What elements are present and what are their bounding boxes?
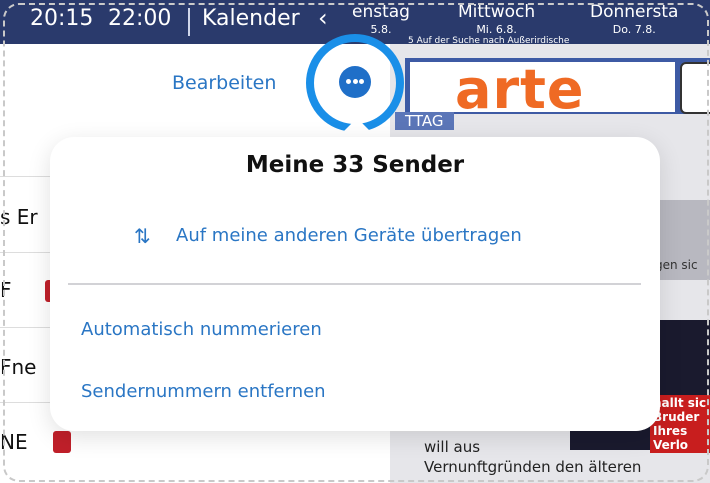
section-tag: TTAG	[395, 112, 454, 130]
day-column-thursday[interactable]: Donnersta Do. 7.8.	[590, 2, 678, 36]
channel-icon	[53, 431, 71, 453]
auto-number-button[interactable]: Automatisch nummerieren	[81, 319, 322, 340]
channel-logo[interactable]: arte	[455, 58, 585, 121]
popover-arrow	[337, 118, 377, 138]
channel-box	[680, 62, 710, 114]
arrows-up-down-icon: ⇅	[134, 224, 151, 248]
divider	[188, 8, 190, 36]
calendar-button[interactable]: Kalender	[202, 6, 300, 31]
time-start[interactable]: 20:15	[30, 6, 93, 31]
day-column-wednesday[interactable]: Mittwoch Mi. 6.8.	[458, 2, 535, 36]
app-window: 20:15 22:00 Kalender ‹ enstag 5.8. Mittw…	[0, 0, 710, 483]
transfer-devices-button[interactable]: Auf meine anderen Geräte übertragen	[176, 225, 522, 246]
time-end[interactable]: 22:00	[108, 6, 171, 31]
program-description: will aus Vernunftgründen den älteren	[424, 438, 642, 476]
list-item[interactable]: s Er	[0, 205, 55, 229]
edit-button[interactable]: Bearbeiten	[172, 72, 276, 94]
list-item[interactable]: NE	[0, 430, 55, 454]
channels-popover: Meine 33 Sender ⇅ Auf meine anderen Gerä…	[50, 137, 660, 431]
list-item[interactable]: Fne	[0, 355, 55, 379]
popover-title: Meine 33 Sender	[245, 152, 465, 178]
promo-text: gen sic	[655, 258, 698, 272]
day-column-tuesday[interactable]: enstag 5.8.	[352, 2, 410, 36]
chevron-left-icon[interactable]: ‹	[318, 4, 328, 32]
popover-divider	[68, 283, 641, 285]
remove-numbers-button[interactable]: Sendernummern entfernen	[81, 381, 326, 402]
ellipsis-icon[interactable]	[339, 66, 371, 98]
